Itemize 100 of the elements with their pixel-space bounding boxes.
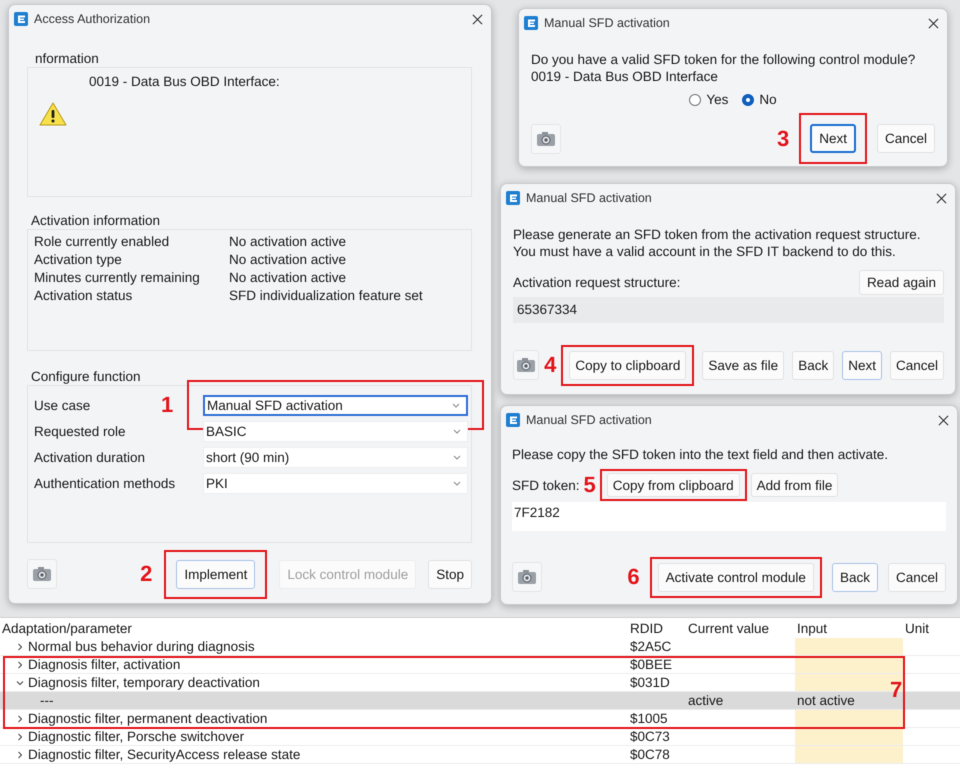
- input-cell[interactable]: [795, 710, 903, 727]
- app-icon: [506, 413, 520, 427]
- field-label: SFD token:: [512, 478, 580, 492]
- column-header: RDID: [629, 620, 664, 638]
- message-text: Do you have a valid SFD token for the following control module?: [531, 51, 916, 68]
- column-header: Unit: [904, 620, 930, 638]
- action-button[interactable]: Copy to clipboard: [569, 350, 686, 380]
- step-number: 7: [890, 678, 902, 702]
- step-number: 1: [161, 392, 174, 416]
- group-title: nformation: [34, 51, 100, 67]
- action-button[interactable]: Add from file: [750, 473, 838, 497]
- column-header: Current value: [687, 620, 770, 638]
- camera-icon: [536, 130, 556, 146]
- message-text: You must have a valid account in the SFD IT backend to do this.: [513, 243, 897, 260]
- step-number: 5: [584, 473, 596, 497]
- action-button[interactable]: Back: [832, 562, 878, 592]
- group-title: Configure function: [30, 369, 142, 385]
- table-cell[interactable]: Diagnostic filter, permanent deactivation: [28, 711, 268, 726]
- dropdown[interactable]: Manual SFD activation: [203, 394, 468, 416]
- camera-icon: [32, 566, 52, 582]
- message-text: Please generate an SFD token from the activation request structure.: [513, 226, 922, 243]
- table-cell[interactable]: Diagnosis filter, activation: [28, 657, 180, 672]
- table-cell: $1005: [630, 711, 668, 726]
- step-number: 4: [544, 353, 556, 377]
- window-title: Manual SFD activation: [526, 413, 652, 427]
- action-button[interactable]: Activate control module: [658, 562, 814, 592]
- expand-icon[interactable]: [16, 732, 24, 740]
- table-cell: $0C73: [630, 729, 670, 744]
- chevron-icon: [453, 480, 461, 486]
- step-number: 6: [627, 565, 640, 589]
- radio-option[interactable]: Yes: [689, 92, 728, 107]
- table-cell[interactable]: Normal bus behavior during diagnosis: [28, 639, 255, 654]
- camera-button[interactable]: [512, 562, 542, 592]
- expand-icon[interactable]: [16, 678, 24, 686]
- expand-icon[interactable]: [16, 750, 24, 758]
- action-button[interactable]: Back: [792, 350, 834, 380]
- read-again-button[interactable]: Read again: [858, 270, 944, 295]
- step-number: 3: [776, 126, 790, 150]
- info-label: Activation status: [34, 288, 134, 302]
- input-cell[interactable]: [795, 746, 903, 763]
- camera-icon: [517, 569, 537, 585]
- app-icon: [14, 12, 28, 26]
- action-button[interactable]: Save as file: [702, 350, 784, 380]
- action-button[interactable]: Implement: [176, 560, 256, 588]
- input-cell[interactable]: [795, 638, 903, 655]
- action-button[interactable]: Copy from clipboard: [606, 473, 740, 497]
- info-value: No activation active: [229, 234, 346, 248]
- message-text: Please copy the SFD token into the text field and then activate.: [512, 446, 889, 463]
- expand-icon[interactable]: [16, 660, 24, 668]
- field-label: Requested role: [34, 424, 126, 438]
- window-title: Manual SFD activation: [544, 16, 670, 30]
- table-cell[interactable]: Diagnostic filter, Porsche switchover: [28, 729, 244, 744]
- expand-icon[interactable]: [16, 642, 24, 650]
- chevron-icon: [452, 402, 460, 408]
- close-icon[interactable]: [938, 414, 949, 426]
- table-cell[interactable]: Diagnostic filter, SecurityAccess release state: [28, 747, 300, 762]
- table-cell: active: [688, 693, 724, 708]
- input-cell[interactable]: [795, 728, 903, 745]
- window-title: Manual SFD activation: [526, 191, 652, 205]
- group-title: Activation information: [30, 213, 162, 229]
- column-header: Input: [796, 620, 828, 638]
- table-cell: $0BEE: [630, 657, 672, 672]
- dropdown[interactable]: BASIC: [203, 420, 468, 442]
- token-field[interactable]: 7F2182: [512, 502, 946, 531]
- close-icon[interactable]: [936, 192, 947, 204]
- field-label: Activation request structure:: [513, 275, 680, 290]
- dropdown[interactable]: PKI: [203, 472, 468, 494]
- close-icon[interactable]: [472, 14, 483, 24]
- camera-button[interactable]: [27, 559, 57, 589]
- close-icon[interactable]: [928, 18, 939, 28]
- table-cell: $2A5C: [630, 639, 672, 654]
- dropdown[interactable]: short (90 min): [203, 446, 468, 468]
- chevron-icon: [453, 428, 461, 434]
- field-label: Use case: [34, 398, 90, 412]
- message-text: 0019 - Data Bus OBD Interface: [531, 68, 719, 85]
- info-value: SFD individualization feature set: [229, 288, 423, 302]
- table-cell: $0C78: [630, 747, 670, 762]
- field-label: Authentication methods: [34, 476, 176, 490]
- info-label: Minutes currently remaining: [34, 270, 201, 284]
- expand-icon[interactable]: [16, 714, 24, 722]
- request-field: 65367334: [513, 297, 944, 323]
- camera-button[interactable]: [513, 350, 540, 380]
- info-label: Role currently enabled: [34, 234, 170, 248]
- window-title: Access Authorization: [34, 12, 150, 26]
- field-label: Activation duration: [34, 450, 146, 464]
- action-button[interactable]: Cancel: [876, 124, 935, 153]
- action-button[interactable]: Cancel: [888, 562, 946, 592]
- action-button[interactable]: Next: [810, 124, 856, 153]
- action-button[interactable]: Cancel: [890, 350, 944, 380]
- app-icon: [524, 16, 538, 30]
- info-value: No activation active: [229, 270, 346, 284]
- action-button[interactable]: Stop: [428, 560, 472, 588]
- table-cell[interactable]: Diagnosis filter, temporary deactivation: [28, 675, 260, 690]
- camera-button[interactable]: [531, 124, 561, 154]
- app-icon: [506, 191, 520, 205]
- table-cell: $031D: [630, 675, 670, 690]
- table-cell[interactable]: ---: [16, 693, 54, 708]
- column-header: Adaptation/parameter: [1, 620, 133, 638]
- action-button[interactable]: Next: [842, 350, 882, 380]
- radio-option[interactable]: No: [742, 92, 777, 107]
